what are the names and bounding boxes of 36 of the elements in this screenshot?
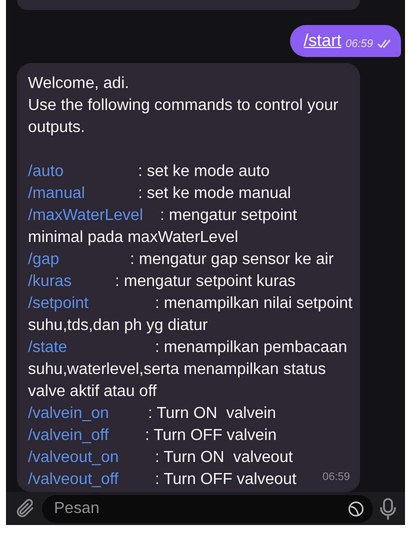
command-line: /setpoint : menampilkan nilai setpoint (28, 294, 352, 314)
microphone-icon[interactable] (379, 496, 397, 520)
message-text: Use the following commands to control your (28, 96, 340, 116)
message-text: outputs. (28, 118, 86, 138)
message-input[interactable]: Pesan (42, 494, 373, 522)
command-link[interactable]: /valvein_on (28, 405, 109, 422)
command-description: minimal pada maxWaterLevel (28, 228, 240, 248)
message-time: 06:59 (345, 36, 373, 52)
command-link[interactable]: /kuras (28, 273, 72, 290)
command-line: /kuras : mengatur setpoint kuras (28, 272, 296, 292)
command-line: /valvein_on : Turn ON valvein (28, 404, 276, 424)
command-description: valve aktif atau off (28, 382, 158, 402)
message-field[interactable]: Pesan (54, 496, 347, 520)
command-link[interactable]: /setpoint (28, 295, 88, 312)
command-link[interactable]: /auto (28, 163, 64, 180)
message-text[interactable]: /start (304, 30, 342, 52)
command-line: /auto : set ke mode auto (28, 162, 270, 182)
command-link[interactable]: /maxWaterLevel (28, 207, 143, 224)
command-description: suhu,waterlevel,serta menampilkan status (28, 360, 327, 380)
command-link[interactable]: /valveout_off (28, 471, 118, 488)
command-link[interactable]: /state (28, 339, 68, 356)
command-line: /valvein_off : Turn OFF valvein (28, 426, 277, 446)
command-line: /state : menampilkan pembacaan (28, 338, 348, 358)
command-link[interactable]: /valveout_on (28, 449, 119, 466)
command-line: /maxWaterLevel : mengatur setpoint (28, 206, 297, 226)
message-time: 06:59 (322, 470, 350, 485)
command-link[interactable]: /valvein_off (28, 427, 109, 444)
command-line: /gap : mengatur gap sensor ke air (28, 250, 334, 270)
command-line: /valveout_off : Turn OFF valveout (28, 470, 296, 490)
command-link[interactable]: /manual (28, 185, 85, 202)
command-line: /manual : set ke mode manual (28, 184, 291, 204)
command-description: suhu,tds,dan ph yg diatur (28, 316, 209, 336)
sticker-icon[interactable] (347, 500, 365, 518)
command-line: /valveout_on : Turn ON valveout (28, 448, 293, 468)
message-text: Welcome, adi. (28, 74, 130, 94)
command-link[interactable]: /gap (28, 251, 60, 268)
